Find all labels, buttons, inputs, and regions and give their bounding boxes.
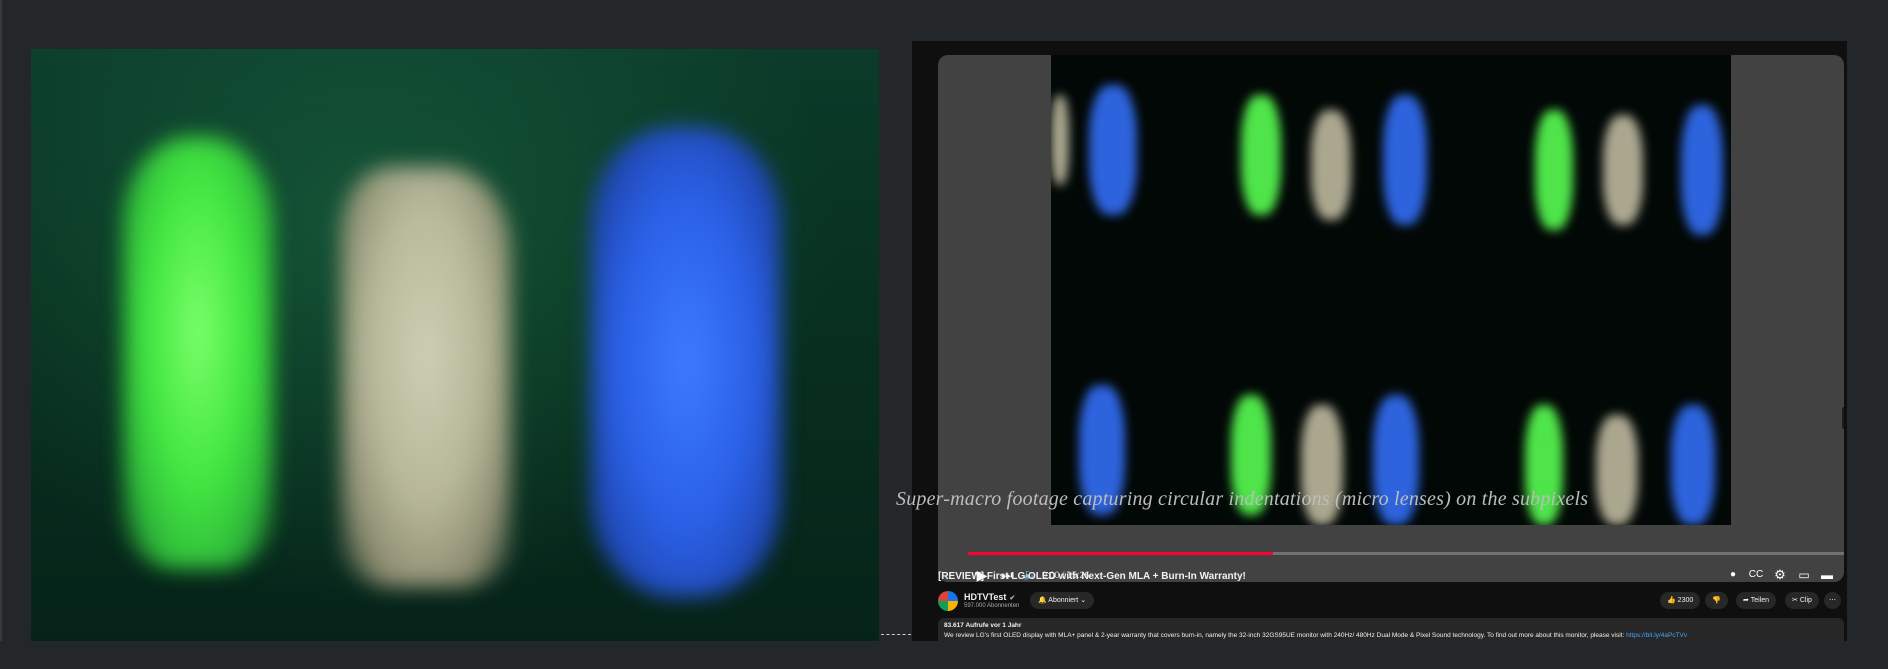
- avatar[interactable]: [938, 591, 958, 611]
- subpixel: [1383, 95, 1427, 225]
- subpixel: [1681, 105, 1723, 235]
- white-subpixel: [341, 167, 511, 587]
- caption-overlay: Super-macro footage capturing circular i…: [896, 488, 1589, 510]
- share-icon: ➦: [1743, 597, 1749, 604]
- dashed-connector: [881, 634, 911, 635]
- more-icon: ⋯: [1829, 597, 1836, 604]
- more-button[interactable]: ⋯: [1824, 592, 1841, 609]
- description-text: We review LG's first OLED display with M…: [944, 632, 1839, 639]
- description-link[interactable]: https://bit.ly/4aPcTVv: [1626, 632, 1687, 639]
- macro-subpixel-image: [31, 49, 879, 641]
- subpixel: [1241, 95, 1281, 215]
- subpixel: [1311, 110, 1351, 220]
- bell-icon: 🔔: [1038, 597, 1047, 604]
- blue-subpixel: [591, 127, 781, 597]
- subscribe-button[interactable]: 🔔 Abonniert ⌄: [1030, 592, 1095, 609]
- thumbs-down-icon: 👎: [1712, 597, 1721, 604]
- description-body: We review LG's first OLED display with M…: [944, 632, 1627, 639]
- clip-label: Clip: [1799, 597, 1812, 604]
- page: ▦ ▶ ▶ ⏭ 🔈 0:00 / 15:26 ● CC ⚙ ▭ ▬ ⛶ [REV…: [0, 0, 1888, 669]
- like-count: 2300: [1677, 597, 1694, 604]
- subscriber-count: 597.000 Abonnenten: [964, 603, 1020, 609]
- progress-bar-fill: [968, 552, 1273, 555]
- subpixel: [1051, 95, 1069, 185]
- share-label: Teilen: [1750, 597, 1769, 604]
- picture-in-picture-icon[interactable]: ▦: [1841, 406, 1844, 430]
- channel-name[interactable]: HDTVTest ✔: [964, 592, 1015, 602]
- thumbs-up-icon: 👍: [1667, 597, 1676, 604]
- window-divider: [0, 0, 2, 669]
- subpixel: [1603, 115, 1643, 225]
- channel-name-text: HDTVTest: [964, 592, 1007, 602]
- scissors-icon: ✂: [1792, 597, 1798, 604]
- video-title[interactable]: [REVIEW] First LG OLED with Next-Gen MLA…: [938, 571, 1838, 582]
- fullscreen-icon[interactable]: ⛶: [1840, 564, 1844, 582]
- share-button[interactable]: ➦ Teilen: [1736, 592, 1776, 609]
- youtube-panel: ▦ ▶ ▶ ⏭ 🔈 0:00 / 15:26 ● CC ⚙ ▭ ▬ ⛶ [REV…: [912, 41, 1847, 645]
- subscribe-label: Abonniert: [1048, 597, 1079, 604]
- clip-button[interactable]: ✂ Clip: [1785, 592, 1819, 609]
- verified-icon: ✔: [1009, 595, 1016, 602]
- subpixel: [1535, 110, 1573, 230]
- video-frame: [1051, 55, 1731, 525]
- subpixel: [1089, 85, 1137, 215]
- progress-bar[interactable]: [968, 552, 1844, 555]
- view-count-and-date: 83.617 Aufrufe vor 1 Jahr: [944, 622, 1022, 629]
- chevron-down-icon: ⌄: [1080, 597, 1087, 604]
- bottom-strip: [0, 641, 1888, 669]
- dislike-button[interactable]: 👎: [1705, 592, 1728, 609]
- green-subpixel: [123, 137, 273, 569]
- like-button[interactable]: 👍 2300: [1660, 592, 1701, 609]
- channel-row: HDTVTest ✔ 597.000 Abonnenten 🔔 Abonniert…: [938, 589, 1844, 613]
